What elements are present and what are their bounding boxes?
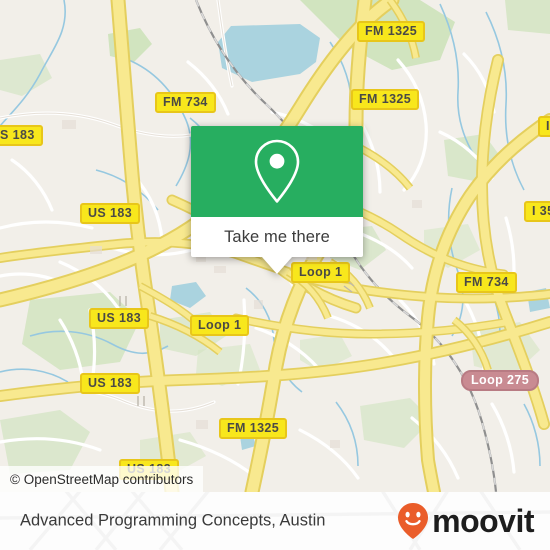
location-popup[interactable]: Take me there bbox=[191, 126, 363, 274]
popup-header bbox=[191, 126, 363, 217]
road-shield-loop-275: Loop 275 bbox=[461, 370, 540, 391]
road-shield-loop-1-upper: Loop 1 bbox=[291, 262, 351, 283]
road-shield-fm-1325-low: FM 1325 bbox=[219, 418, 288, 439]
map-canvas[interactable]: FM 1325 FM 1325 FM 734 S 183 I US 183 I 35 Loop… bbox=[0, 0, 550, 492]
take-me-there-label: Take me there bbox=[224, 227, 330, 246]
road-shield-fm-1325-top: FM 1325 bbox=[351, 89, 420, 110]
road-shield-i-35-right: I 35 bbox=[524, 201, 550, 222]
footer-bar: Advanced Programming Concepts, Austin mo… bbox=[0, 492, 550, 550]
moovit-logo[interactable]: moovit bbox=[396, 502, 534, 540]
map-screenshot: FM 1325 FM 1325 FM 734 S 183 I US 183 I 35 Loop… bbox=[0, 0, 550, 550]
osm-attribution-text: © OpenStreetMap contributors bbox=[10, 471, 194, 487]
road-shield-us-183-left2: US 183 bbox=[89, 308, 150, 329]
map-pin-icon bbox=[254, 139, 300, 203]
popup-pointer-tail bbox=[262, 257, 292, 274]
road-shield-us-183-mid: US 183 bbox=[80, 203, 141, 224]
road-shield-fm-734-right: FM 734 bbox=[456, 272, 517, 293]
osm-attribution[interactable]: © OpenStreetMap contributors bbox=[0, 466, 204, 492]
moovit-smiley-pin-icon bbox=[398, 503, 429, 539]
road-shield-us-183-low: US 183 bbox=[80, 373, 141, 394]
take-me-there-button[interactable]: Take me there bbox=[191, 217, 363, 257]
road-shield-loop-1-lower: Loop 1 bbox=[190, 315, 250, 336]
road-shield-fm-734-top: FM 734 bbox=[155, 92, 216, 113]
road-shield-fm-1325-upper: FM 1325 bbox=[357, 21, 426, 42]
road-shield-i-35-right-top: I bbox=[538, 116, 550, 137]
road-shield-us-183-left: S 183 bbox=[0, 125, 43, 146]
place-title: Advanced Programming Concepts, Austin bbox=[20, 511, 326, 530]
moovit-wordmark: moovit bbox=[432, 503, 534, 539]
